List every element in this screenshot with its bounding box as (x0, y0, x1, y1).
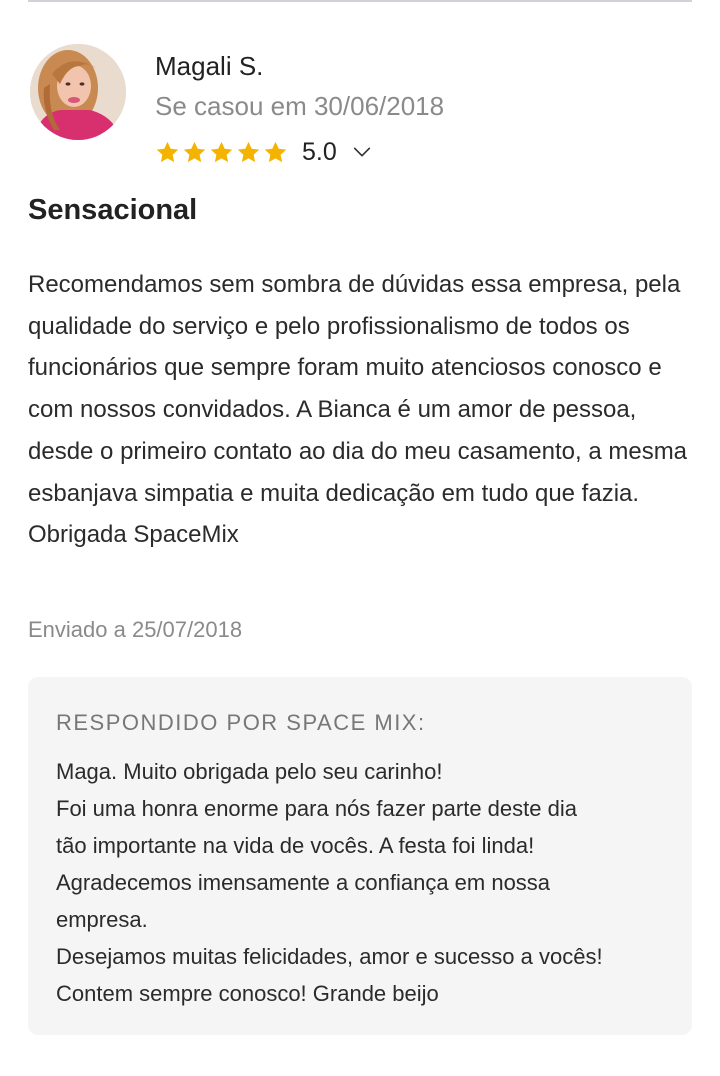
response-line: Desejamos muitas felicidades, amor e suc… (56, 944, 603, 969)
response-line: Contem sempre conosco! Grande beijo (56, 981, 439, 1006)
response-line: Foi uma honra enorme para nós fazer part… (56, 796, 577, 821)
star-icon (183, 141, 206, 162)
vendor-response: RESPONDIDO POR SPACE MIX: Maga. Muito ob… (28, 677, 692, 1035)
response-header: RESPONDIDO POR SPACE MIX: (56, 710, 426, 735)
review-card: Magali S. Se casou em 30/06/2018 5.0 Sen… (0, 0, 720, 1076)
response-line: Maga. Muito obrigada pelo seu carinho! (56, 759, 443, 784)
rating-row[interactable]: 5.0 (155, 134, 373, 170)
star-icon (237, 141, 260, 162)
response-line: Agradecemos imensamente a confiança em n… (56, 870, 551, 895)
star-icon (156, 141, 179, 162)
response-body: Maga. Muito obrigada pelo seu carinho! F… (56, 753, 676, 1012)
response-line: tão importante na vida de vocês. A festa… (56, 833, 535, 858)
wedding-date: Se casou em 30/06/2018 (155, 91, 445, 121)
sent-date: Enviado a 25/07/2018 (28, 617, 243, 642)
response-line: empresa. (56, 907, 148, 932)
review-body: Recomendamos sem sombra de dúvidas essa … (28, 271, 688, 549)
chevron-down-icon[interactable] (351, 141, 373, 163)
rating-value: 5.0 (302, 138, 337, 166)
avatar (30, 44, 126, 140)
review-title: Sensacional (28, 194, 198, 226)
reviewer-name: Magali S. (155, 51, 264, 81)
star-icon (264, 141, 287, 162)
rating-stars (155, 140, 288, 165)
star-icon (210, 141, 233, 162)
